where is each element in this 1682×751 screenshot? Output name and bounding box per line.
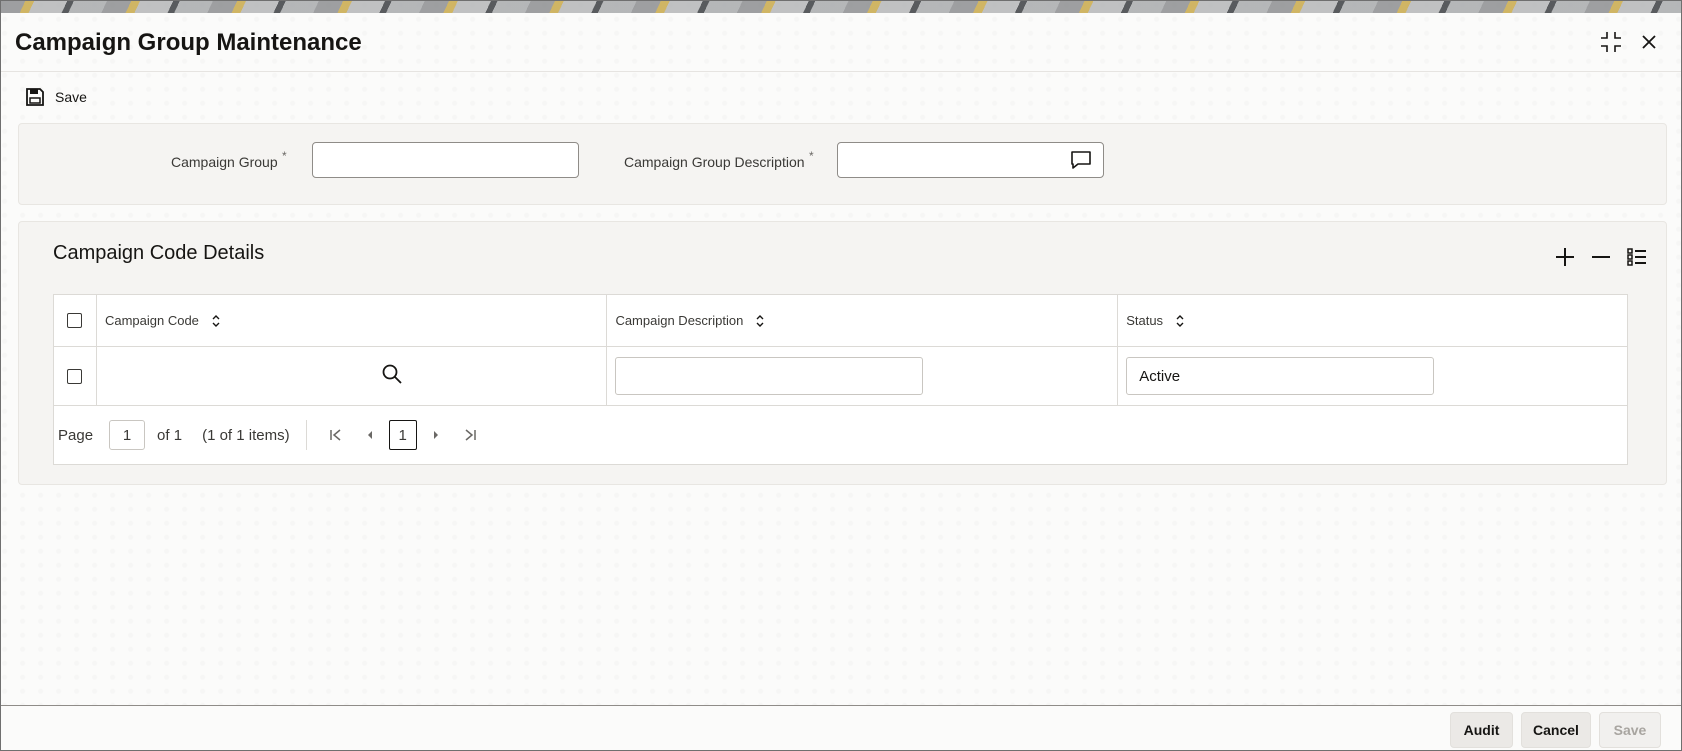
page-number-input[interactable]: 1 (109, 420, 146, 450)
campaign-group-description-input[interactable] (837, 142, 1104, 178)
table-header-row: Campaign Code Campaign Description Statu… (53, 294, 1628, 347)
window: Campaign Group Maintenance Save Campaign… (0, 0, 1682, 751)
next-page-button[interactable] (419, 420, 453, 450)
status-input[interactable] (1126, 357, 1435, 395)
column-label: Campaign Code (104, 313, 199, 328)
campaign-group-input[interactable] (312, 142, 579, 178)
status-cell (1117, 346, 1628, 406)
column-settings-button[interactable] (1624, 244, 1650, 270)
toolbar-save-label: Save (55, 89, 87, 105)
column-label: Campaign Description (615, 313, 744, 328)
footer-bar: Audit Cancel Save (1, 705, 1681, 750)
minus-icon (1592, 256, 1610, 258)
maximize-icon (1601, 32, 1621, 52)
campaign-description-input[interactable] (615, 357, 924, 395)
column-header-campaign-code[interactable]: Campaign Code (95, 294, 608, 347)
plus-icon (1556, 248, 1574, 266)
required-indicator: * (282, 149, 287, 163)
next-page-icon (433, 431, 438, 439)
save-button[interactable]: Save (1599, 712, 1661, 748)
page-of-label: of 1 (157, 426, 183, 444)
close-icon (1642, 35, 1656, 49)
campaign-description-cell (606, 346, 1119, 406)
column-header-status[interactable]: Status (1117, 294, 1628, 347)
pager-row: Page 1 of 1 (1 of 1 items) 1 (53, 405, 1628, 465)
first-page-icon (329, 429, 341, 441)
campaign-code-lookup-button[interactable] (381, 363, 405, 387)
cancel-button[interactable]: Cancel (1521, 712, 1591, 748)
select-all-checkbox[interactable] (67, 313, 83, 328)
sort-icon[interactable] (211, 314, 221, 328)
pager-divider (305, 420, 307, 450)
description-editor-button[interactable] (1070, 150, 1094, 170)
add-row-button[interactable] (1552, 244, 1578, 270)
required-indicator: * (809, 149, 814, 163)
floppy-disk-icon (26, 88, 44, 106)
campaign-group-description-label: Campaign Group Description (624, 154, 805, 170)
table-row (53, 346, 1628, 406)
column-label: Status (1126, 313, 1164, 328)
campaign-code-table: Campaign Code Campaign Description Statu… (53, 294, 1628, 465)
campaign-code-cell (95, 346, 608, 406)
audit-button[interactable]: Audit (1450, 712, 1513, 748)
campaign-code-details-panel: Campaign Code Details Campaign Code Camp… (18, 221, 1667, 485)
row-checkbox[interactable] (67, 368, 83, 384)
last-page-button[interactable] (453, 420, 487, 450)
page-title: Campaign Group Maintenance (15, 29, 362, 56)
items-count: (1 of 1 items) (202, 426, 290, 444)
list-settings-icon (1627, 248, 1646, 266)
comment-icon (1071, 151, 1091, 169)
page-label: Page (58, 426, 94, 444)
section-title: Campaign Code Details (53, 242, 265, 264)
grid-toolbar (1552, 244, 1650, 270)
pager-cell: Page 1 of 1 (1 of 1 items) 1 (53, 405, 1628, 465)
pagination: Page 1 of 1 (1 of 1 items) 1 (54, 413, 1627, 457)
window-header: Campaign Group Maintenance (1, 13, 1681, 72)
previous-page-icon (367, 431, 372, 439)
column-header-campaign-description[interactable]: Campaign Description (606, 294, 1119, 347)
sort-icon[interactable] (1175, 314, 1185, 328)
search-icon (382, 364, 402, 384)
campaign-group-label: Campaign Group (171, 154, 278, 170)
current-page-button[interactable]: 1 (388, 420, 417, 450)
select-all-cell (53, 294, 97, 347)
decorative-banner (1, 1, 1681, 13)
header-fields-panel: Campaign Group * Campaign Group Descript… (18, 123, 1667, 205)
first-page-button[interactable] (319, 420, 353, 450)
toolbar-save-button[interactable]: Save (25, 85, 87, 109)
previous-page-button[interactable] (353, 420, 387, 450)
sort-icon[interactable] (755, 314, 765, 328)
remove-row-button[interactable] (1588, 244, 1614, 270)
last-page-icon (465, 429, 476, 441)
close-button[interactable] (1634, 27, 1664, 57)
row-select-cell (53, 346, 97, 406)
maximize-button[interactable] (1596, 27, 1626, 57)
